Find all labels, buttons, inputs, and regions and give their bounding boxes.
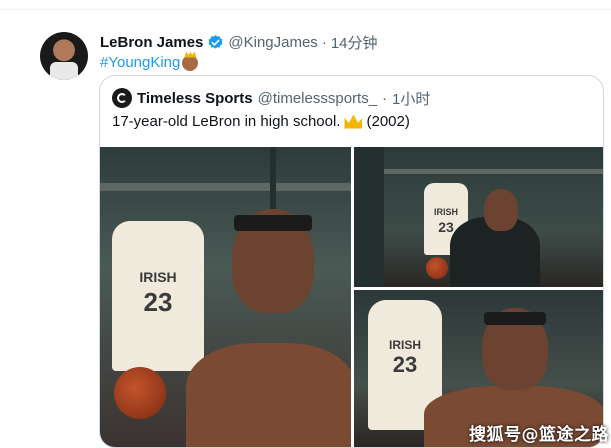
avatar-jersey <box>50 62 78 80</box>
quoted-text-body: 17-year-old LeBron in high school. <box>112 113 341 130</box>
photo-1[interactable]: IRISH 23 <box>100 147 351 447</box>
quoted-text-suffix: (2002) <box>366 113 410 130</box>
player-body <box>186 343 351 447</box>
jersey-lettering: IRISH <box>139 269 177 285</box>
author-name[interactable]: LeBron James <box>100 34 203 51</box>
locker-shelf <box>354 169 603 174</box>
basketball <box>114 367 166 419</box>
verified-icon <box>208 34 223 49</box>
tweet[interactable]: LeBron James @KingJames · 14分钟 #YoungKin… <box>0 10 611 448</box>
player-head <box>484 189 518 231</box>
watermark: 搜狐号@篮途之路 <box>469 425 609 445</box>
quoted-separator-dot: · <box>382 89 388 107</box>
hashtag-link[interactable]: #YoungKing <box>100 54 180 71</box>
king-emoji-icon <box>182 54 199 71</box>
avatar[interactable] <box>40 32 88 80</box>
headband <box>234 215 312 231</box>
quoted-author-name[interactable]: Timeless Sports <box>137 90 253 107</box>
basketball <box>426 257 448 279</box>
jersey-lettering-small: IRISH <box>433 207 458 217</box>
quoted-author-handle[interactable]: @timelesssports_ <box>258 90 377 107</box>
headband <box>484 312 546 325</box>
quoted-header: Timeless Sports @timelesssports_ · 1小时 <box>112 88 430 108</box>
author-handle[interactable]: @KingJames <box>228 34 317 51</box>
separator-dot: · <box>321 33 327 51</box>
tweet-text: #YoungKing <box>100 54 199 71</box>
jersey-number-small: 23 <box>392 352 418 377</box>
crown-icon <box>344 114 363 129</box>
locker-side <box>354 147 384 287</box>
jersey-lettering-small: IRISH <box>388 338 421 352</box>
media-grid: IRISH 23 IRISH 23 IRISH 23 <box>100 147 603 447</box>
quoted-tweet[interactable]: Timeless Sports @timelesssports_ · 1小时 1… <box>99 75 604 448</box>
tweet-time[interactable]: 14分钟 <box>331 32 378 53</box>
jersey-number: 23 <box>143 287 173 317</box>
top-divider <box>0 0 611 10</box>
quoted-text: 17-year-old LeBron in high school. (2002… <box>112 113 410 130</box>
locker-shelf <box>100 183 351 191</box>
quoted-time[interactable]: 1小时 <box>392 88 430 109</box>
quoted-avatar[interactable] <box>112 88 132 108</box>
photo-2[interactable]: IRISH 23 <box>354 147 603 287</box>
tweet-header: LeBron James @KingJames · 14分钟 <box>100 32 378 52</box>
